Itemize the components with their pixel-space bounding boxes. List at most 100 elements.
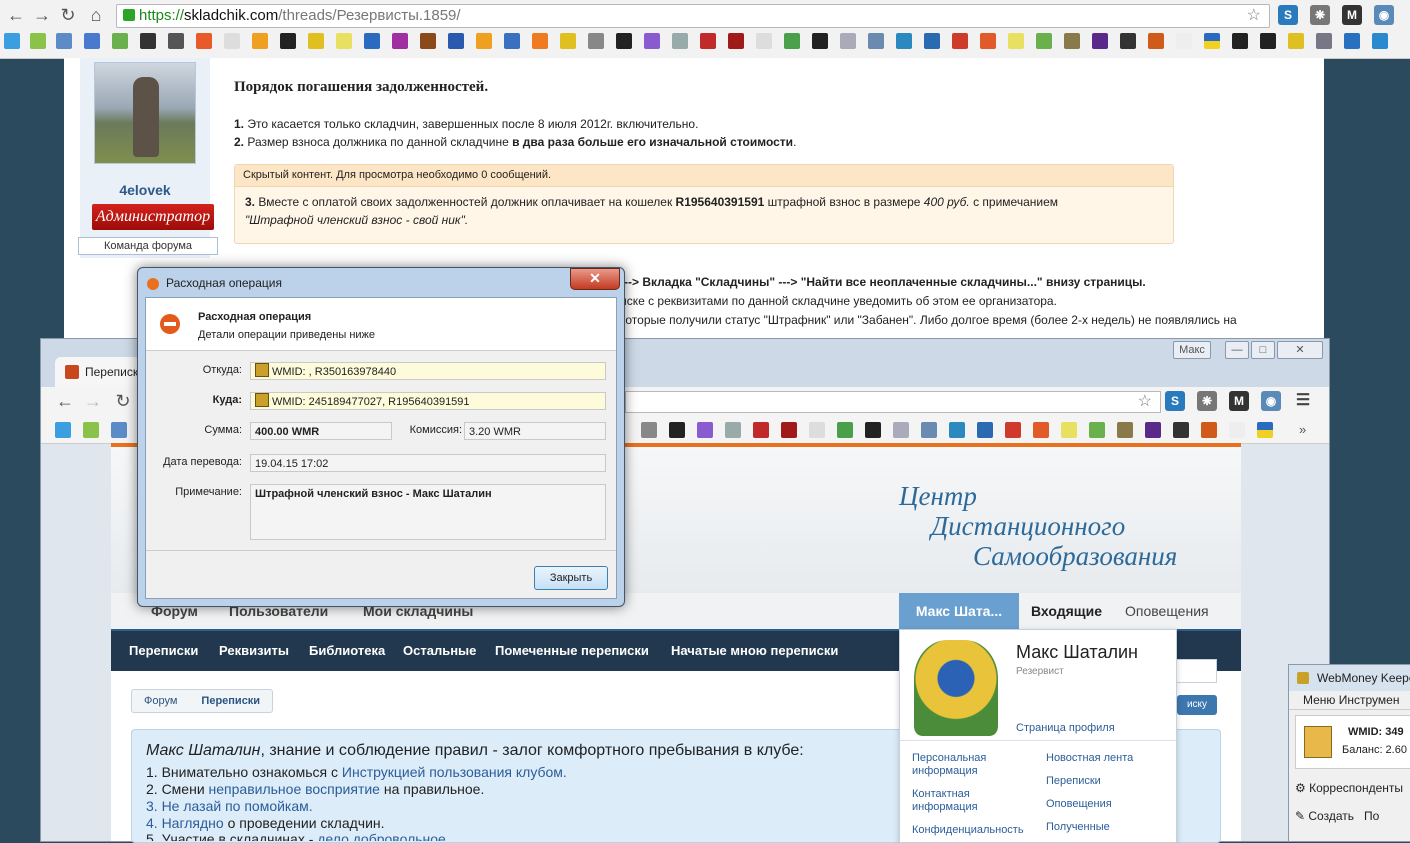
bookmark-ukraine-flag-icon[interactable] <box>1204 33 1220 49</box>
bookmark-icon[interactable] <box>1260 33 1276 49</box>
minimize-button[interactable]: — <box>1225 341 1249 359</box>
extension-bug-icon[interactable]: ❋ <box>1197 391 1217 411</box>
bookmark-icon[interactable] <box>728 33 744 49</box>
bookmark-icon[interactable] <box>1145 422 1161 438</box>
bookmark-icon[interactable] <box>308 33 324 49</box>
bookmark-icon[interactable] <box>977 422 993 438</box>
keeper-menu[interactable]: Меню Инструмен <box>1289 691 1410 710</box>
author-name[interactable]: 4elovek <box>80 182 210 198</box>
subnav-requisites[interactable]: Реквизиты <box>219 643 289 658</box>
bookmark-icon[interactable] <box>83 422 99 438</box>
bookmark-icon[interactable] <box>420 33 436 49</box>
bookmark-icon[interactable] <box>560 33 576 49</box>
address-bar[interactable]: https://skladchik.com/threads/Резервисты… <box>116 4 1270 28</box>
extension-m-icon[interactable]: M <box>1342 5 1362 25</box>
search-input[interactable] <box>1171 659 1217 683</box>
bookmark-star-icon[interactable]: ☆ <box>1138 391 1152 411</box>
bookmark-icon[interactable] <box>1008 33 1024 49</box>
dd-news-feed[interactable]: Новостная лента <box>1046 752 1133 765</box>
bookmark-icon[interactable] <box>753 422 769 438</box>
bookmark-icon[interactable] <box>392 33 408 49</box>
bookmark-icon[interactable] <box>644 33 660 49</box>
bookmark-icon[interactable] <box>641 422 657 438</box>
bookmark-icon[interactable] <box>924 33 940 49</box>
bookmark-icon[interactable] <box>672 33 688 49</box>
bookmark-ukraine-flag-icon[interactable] <box>1257 422 1273 438</box>
subnav-started[interactable]: Начатые мною переписки <box>671 643 838 658</box>
dd-received[interactable]: Полученные <box>1046 821 1110 834</box>
bookmark-icon[interactable] <box>1036 33 1052 49</box>
reload-icon[interactable]: ↻ <box>58 5 78 25</box>
user-menu-tab[interactable]: Макс Шата... <box>899 593 1019 629</box>
address-bar[interactable]: ☆ <box>625 391 1161 413</box>
bookmark-info-icon[interactable] <box>1372 33 1388 49</box>
bookmark-icon[interactable] <box>448 33 464 49</box>
extension-s-icon[interactable]: S <box>1165 391 1185 411</box>
bookmark-icon[interactable] <box>1089 422 1105 438</box>
keeper-create-button[interactable]: ✎ Создать По <box>1295 809 1379 823</box>
user-avatar[interactable] <box>914 640 998 736</box>
extension-bug-icon[interactable]: ❋ <box>1310 5 1330 25</box>
bookmark-icon[interactable] <box>893 422 909 438</box>
bookmark-icon[interactable] <box>196 33 212 49</box>
bookmark-icon[interactable] <box>865 422 881 438</box>
bookmark-icon[interactable] <box>364 33 380 49</box>
bookmark-icon[interactable] <box>952 33 968 49</box>
bookmark-wb-icon[interactable] <box>111 422 127 438</box>
breadcrumb-conversations[interactable]: Переписки <box>189 690 272 712</box>
dd-contact-info[interactable]: Контактная информация <box>912 788 1012 814</box>
bookmark-page-icon[interactable] <box>756 33 772 49</box>
dropdown-username[interactable]: Макс Шаталин <box>1016 642 1138 663</box>
bookmark-icon[interactable] <box>84 33 100 49</box>
bookmark-icon[interactable] <box>725 422 741 438</box>
bookmark-icon[interactable] <box>616 33 632 49</box>
subnav-library[interactable]: Библиотека <box>309 643 385 658</box>
bookmark-icon[interactable] <box>1092 33 1108 49</box>
forward-icon[interactable]: → <box>32 5 52 25</box>
nav-alerts[interactable]: Оповещения <box>1125 603 1209 619</box>
bookmark-icon[interactable] <box>921 422 937 438</box>
window-close-button[interactable]: ✕ <box>1277 341 1323 359</box>
bookmark-icon[interactable] <box>1064 33 1080 49</box>
extension-eye-icon[interactable]: ◉ <box>1374 5 1394 25</box>
dd-alerts[interactable]: Оповещения <box>1046 798 1112 811</box>
bookmark-icon[interactable] <box>504 33 520 49</box>
extension-m-icon[interactable]: M <box>1229 391 1249 411</box>
more-bookmarks-icon[interactable]: » <box>1299 422 1315 438</box>
bookmark-icon[interactable] <box>140 33 156 49</box>
bookmark-icon[interactable] <box>669 422 685 438</box>
dd-conversations[interactable]: Переписки <box>1046 775 1101 788</box>
bookmark-icon[interactable] <box>812 33 828 49</box>
home-icon[interactable]: ⌂ <box>86 5 106 25</box>
profile-page-link[interactable]: Страница профиля <box>1016 722 1115 734</box>
subnav-marked[interactable]: Помеченные переписки <box>495 643 649 658</box>
reload-icon[interactable]: ↻ <box>113 391 133 411</box>
notice-line-3[interactable]: 3. Не лазай по помойкам. <box>146 798 313 814</box>
bookmark-icon[interactable] <box>1117 422 1133 438</box>
maximize-button[interactable]: □ <box>1251 341 1275 359</box>
bookmark-icon[interactable] <box>1033 422 1049 438</box>
bookmark-icon[interactable] <box>1201 422 1217 438</box>
bookmark-icon[interactable] <box>1288 33 1304 49</box>
extension-eye-icon[interactable]: ◉ <box>1261 391 1281 411</box>
bookmark-icon[interactable] <box>112 33 128 49</box>
menu-icon[interactable]: ☰ <box>1293 391 1313 411</box>
bookmark-icon[interactable] <box>476 33 492 49</box>
bookmark-icon[interactable] <box>697 422 713 438</box>
bookmark-icon[interactable] <box>1005 422 1021 438</box>
bookmark-icon[interactable] <box>1120 33 1136 49</box>
keeper-correspondents-tab[interactable]: ⚙ Корреспонденты <box>1295 781 1403 795</box>
bookmark-page-icon[interactable] <box>809 422 825 438</box>
back-icon[interactable]: ← <box>55 391 75 411</box>
subnav-conversations[interactable]: Переписки <box>129 643 198 658</box>
site-logo[interactable]: Центр Дистанционного Самообразования <box>899 481 1177 571</box>
nav-inbox[interactable]: Входящие <box>1031 603 1102 619</box>
bookmark-icon[interactable] <box>30 33 46 49</box>
author-avatar[interactable] <box>94 62 196 164</box>
bookmark-page-icon[interactable] <box>224 33 240 49</box>
breadcrumb-forum[interactable]: Форум <box>132 690 189 712</box>
bookmark-star-icon[interactable]: ☆ <box>1247 5 1261 27</box>
bookmark-icon[interactable] <box>980 33 996 49</box>
bookmark-icon[interactable] <box>1232 33 1248 49</box>
bookmark-twitter-icon[interactable] <box>4 33 20 49</box>
